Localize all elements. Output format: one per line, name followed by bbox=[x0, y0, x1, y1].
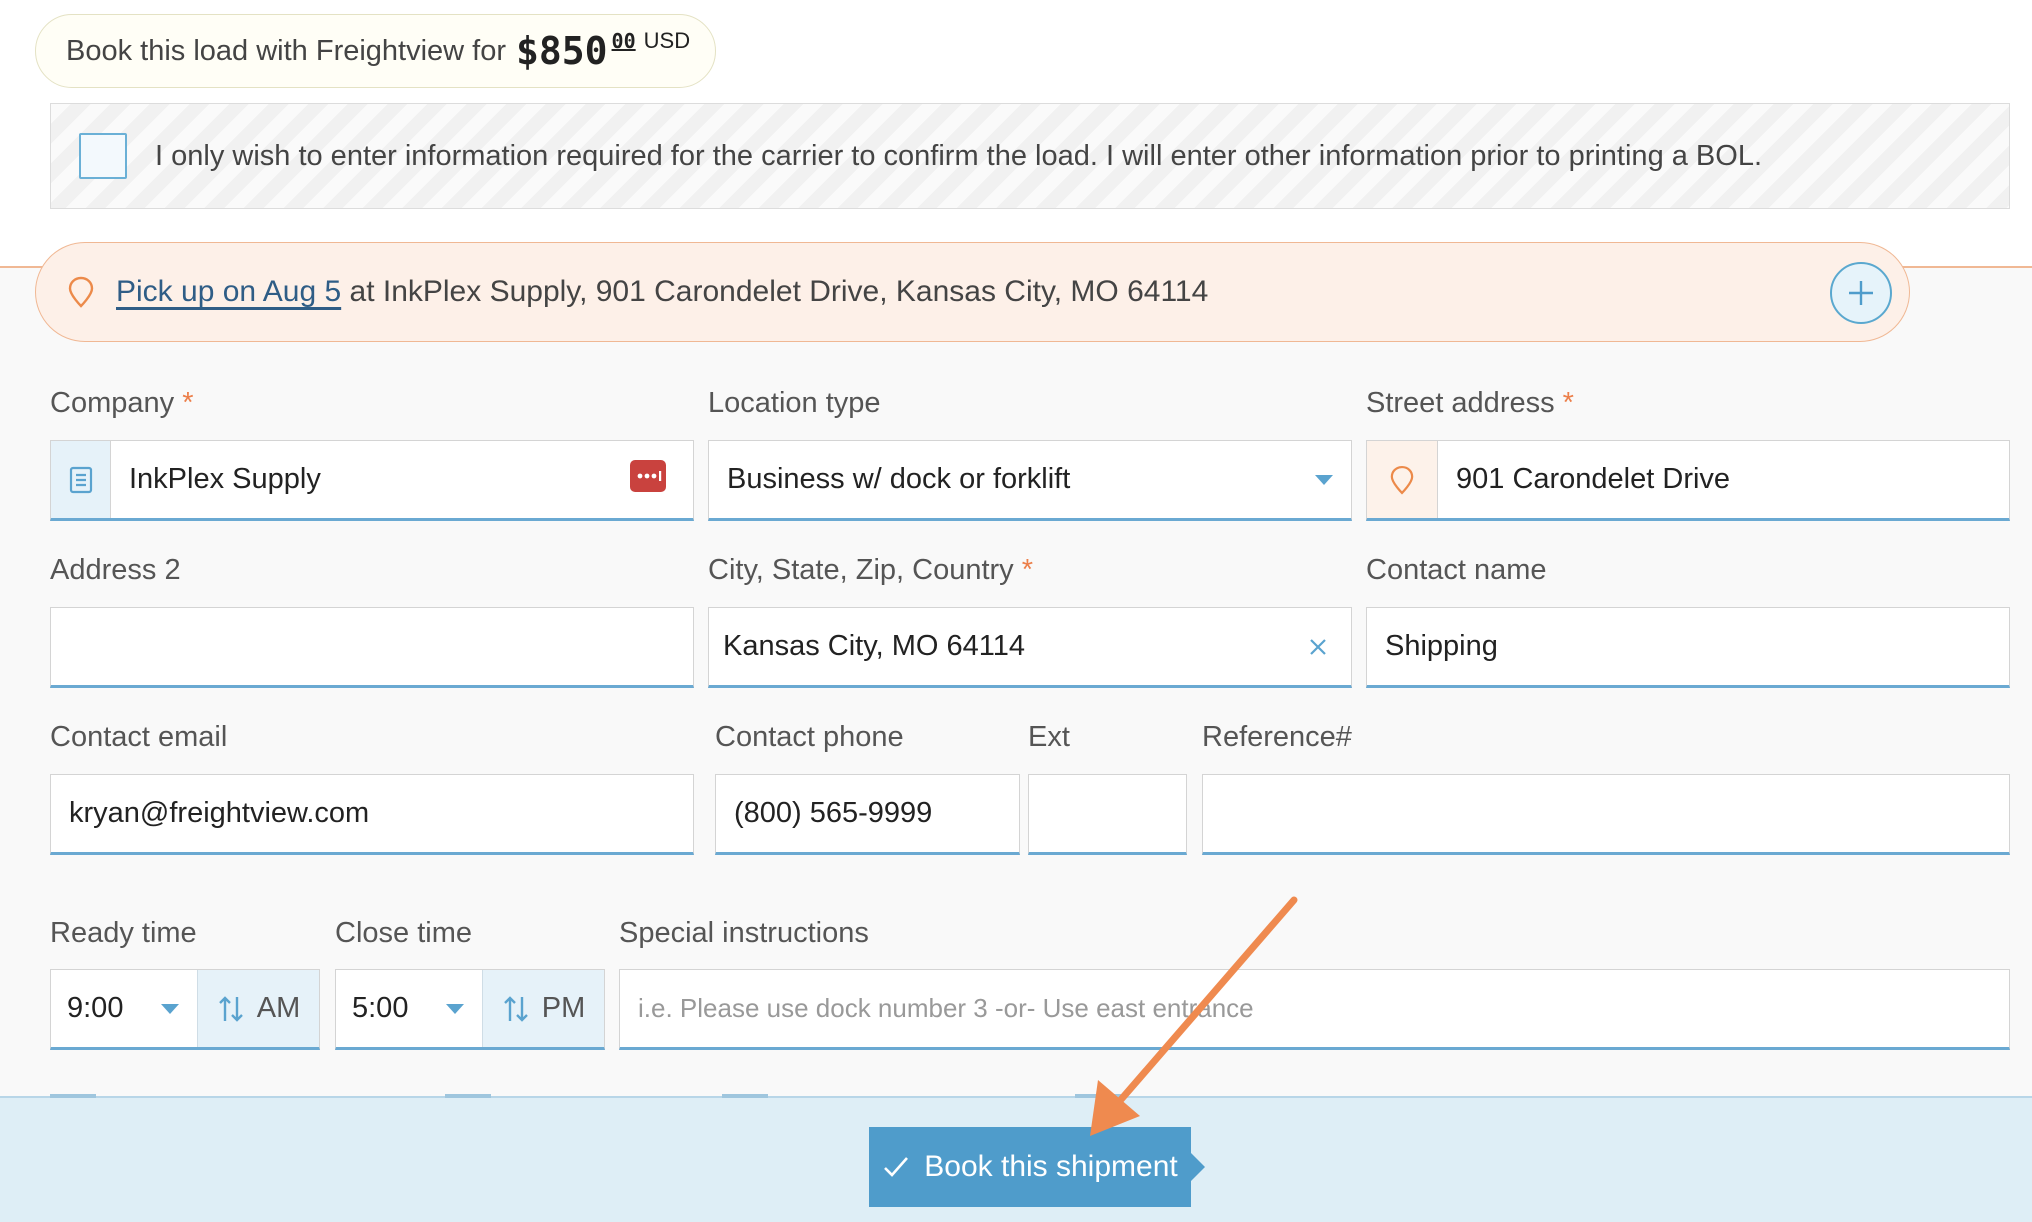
contact-email-field[interactable]: kryan@freightview.com bbox=[50, 774, 694, 855]
pickup-stop-header: Pick up on Aug 5 at InkPlex Supply, 901 … bbox=[35, 242, 1910, 342]
street-address-label: Street address * bbox=[1366, 387, 1574, 419]
partial-info-checkbox[interactable] bbox=[79, 133, 127, 179]
reference-label: Reference# bbox=[1202, 721, 1352, 753]
company-value: InkPlex Supply bbox=[129, 463, 321, 495]
close-time-field[interactable]: 5:00 PM bbox=[335, 969, 605, 1050]
password-manager-icon[interactable] bbox=[629, 459, 667, 501]
special-instructions-placeholder: i.e. Please use dock number 3 -or- Use e… bbox=[638, 993, 1254, 1023]
ext-label: Ext bbox=[1028, 721, 1070, 753]
special-instructions-label: Special instructions bbox=[619, 917, 869, 949]
price-banner: Book this load with Freightview for $850… bbox=[35, 14, 716, 88]
ext-field[interactable] bbox=[1028, 774, 1187, 855]
location-type-select[interactable]: Business w/ dock or forklift bbox=[708, 440, 1352, 521]
contact-phone-field[interactable]: (800) 565-9999 bbox=[715, 774, 1020, 855]
reference-field[interactable] bbox=[1202, 774, 2010, 855]
cutoff-control bbox=[50, 1094, 96, 1098]
ready-time-label: Ready time bbox=[50, 917, 197, 949]
contact-email-label: Contact email bbox=[50, 721, 228, 753]
city-label: City, State, Zip, Country * bbox=[708, 554, 1034, 586]
street-address-value: 901 Carondelet Drive bbox=[1456, 463, 1731, 495]
add-stop-button[interactable] bbox=[1830, 262, 1892, 324]
contact-name-field[interactable]: Shipping bbox=[1366, 607, 2010, 688]
sort-arrows-icon bbox=[503, 995, 528, 1022]
close-time-meridiem-toggle[interactable]: PM bbox=[482, 970, 604, 1047]
special-instructions-field[interactable]: i.e. Please use dock number 3 -or- Use e… bbox=[619, 969, 2010, 1050]
contact-name-value: Shipping bbox=[1385, 630, 1498, 662]
check-icon bbox=[884, 1157, 909, 1177]
cutoff-control bbox=[445, 1094, 491, 1098]
pickup-date-link[interactable]: Pick up on Aug 5 bbox=[116, 275, 341, 309]
location-type-value: Business w/ dock or forklift bbox=[727, 463, 1071, 495]
street-address-field[interactable]: 901 Carondelet Drive bbox=[1366, 440, 2010, 521]
company-field[interactable]: InkPlex Supply bbox=[50, 440, 694, 521]
close-time-label: Close time bbox=[335, 917, 472, 949]
price-prefix: Book this load with Freightview for bbox=[66, 34, 507, 67]
chevron-down-icon[interactable] bbox=[161, 1003, 179, 1014]
price-amount: $850 bbox=[516, 29, 608, 73]
partial-info-option: I only wish to enter information require… bbox=[50, 103, 2010, 209]
sort-arrows-icon bbox=[218, 995, 243, 1022]
price-currency: USD bbox=[643, 28, 691, 53]
address2-label: Address 2 bbox=[50, 554, 181, 586]
contact-phone-label: Contact phone bbox=[715, 721, 904, 753]
pickup-address: at InkPlex Supply, 901 Carondelet Drive,… bbox=[341, 275, 1209, 308]
map-pin-icon bbox=[1367, 441, 1438, 518]
city-field[interactable]: Kansas City, MO 64114 bbox=[708, 607, 1352, 688]
contact-name-label: Contact name bbox=[1366, 554, 1547, 586]
clear-icon[interactable] bbox=[1309, 638, 1327, 656]
cutoff-control bbox=[722, 1094, 768, 1098]
cutoff-control bbox=[1075, 1094, 1121, 1098]
address-book-icon[interactable] bbox=[51, 441, 111, 518]
chevron-down-icon[interactable] bbox=[446, 1003, 464, 1014]
ready-time-field[interactable]: 9:00 AM bbox=[50, 969, 320, 1050]
close-time-value: 5:00 bbox=[352, 992, 409, 1024]
price-cents: 00 bbox=[611, 29, 636, 53]
contact-phone-value: (800) 565-9999 bbox=[734, 797, 933, 829]
company-label: Company * bbox=[50, 387, 194, 419]
city-value: Kansas City, MO 64114 bbox=[723, 630, 1025, 662]
ready-time-value: 9:00 bbox=[67, 992, 124, 1024]
chevron-down-icon bbox=[1315, 474, 1333, 485]
partial-info-label: I only wish to enter information require… bbox=[155, 139, 1763, 172]
book-shipment-button[interactable]: Book this shipment bbox=[869, 1127, 1205, 1207]
location-type-label: Location type bbox=[708, 387, 881, 419]
plus-icon bbox=[1849, 281, 1873, 305]
ready-time-meridiem-toggle[interactable]: AM bbox=[197, 970, 319, 1047]
map-pin-icon bbox=[68, 276, 94, 308]
address2-field[interactable] bbox=[50, 607, 694, 688]
book-shipment-label: Book this shipment bbox=[924, 1150, 1178, 1183]
contact-email-value: kryan@freightview.com bbox=[69, 797, 370, 829]
